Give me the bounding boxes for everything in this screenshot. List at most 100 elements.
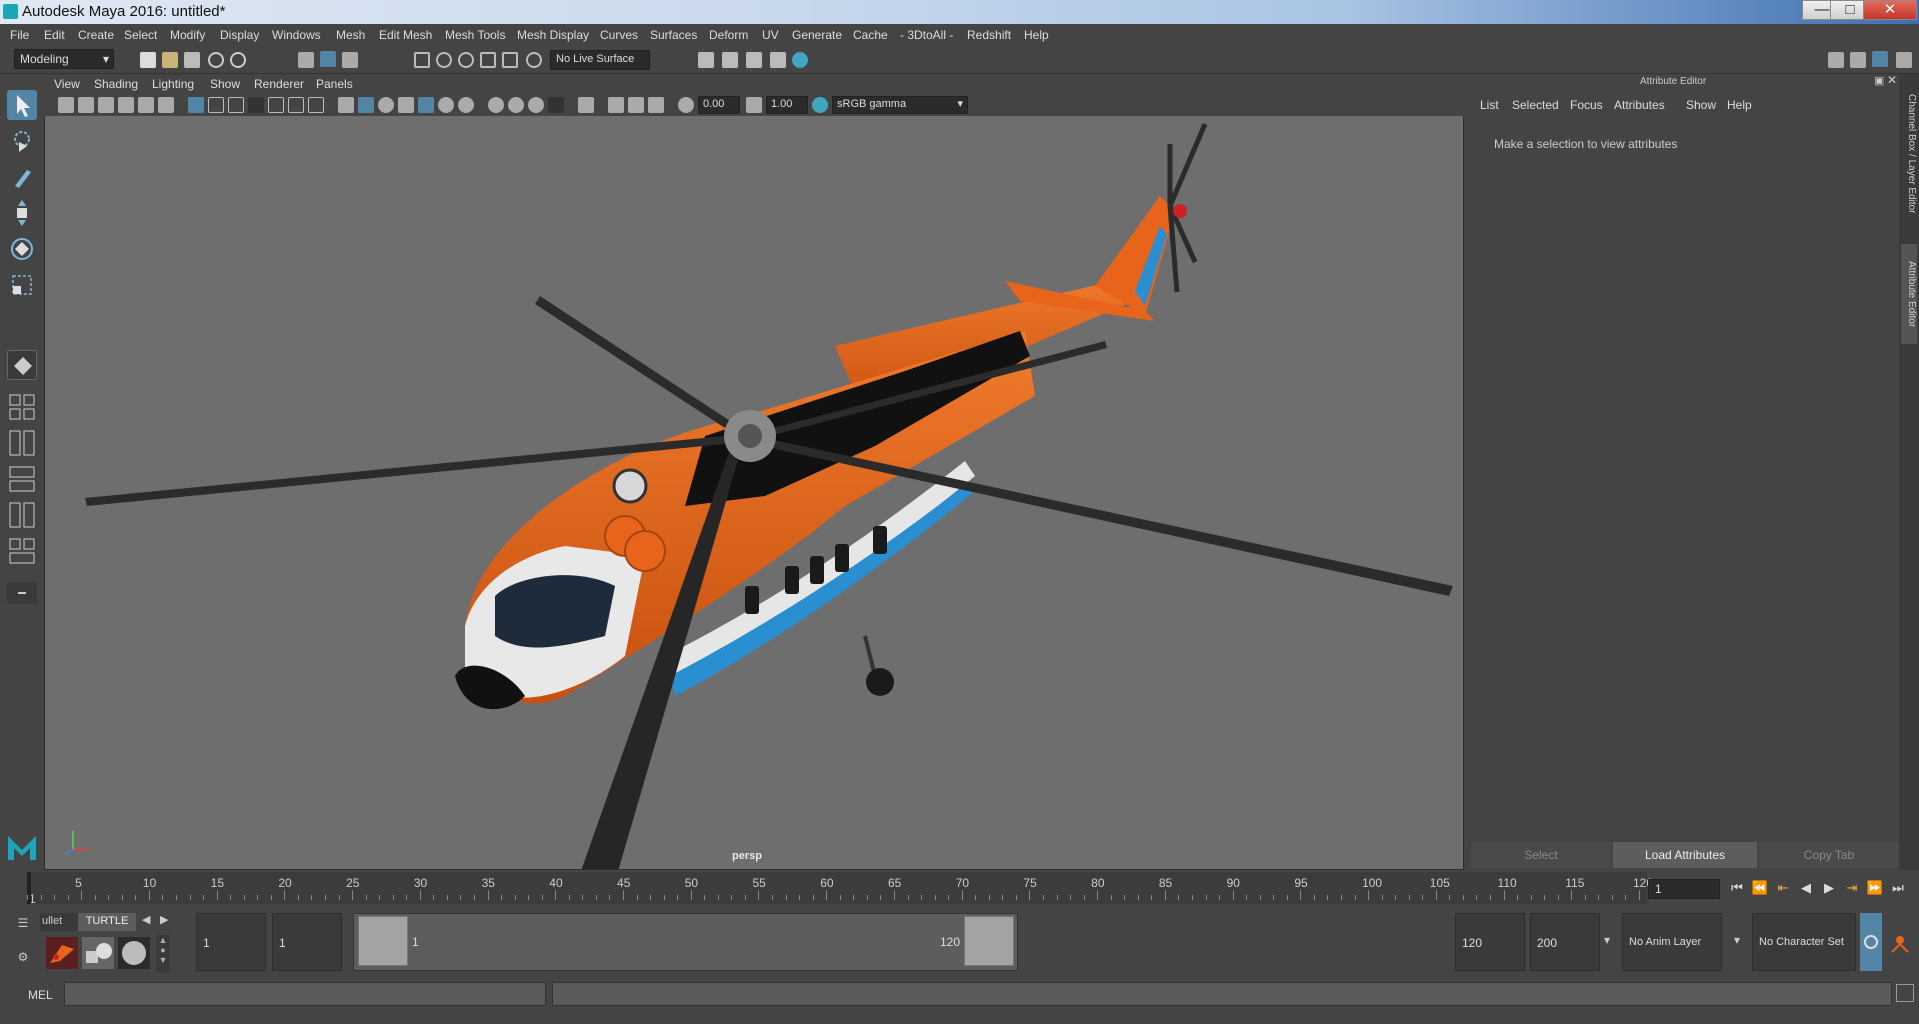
end-time-field[interactable]: 200 <box>1530 913 1600 971</box>
smooth-shade-icon[interactable] <box>358 97 374 113</box>
camera-select-icon[interactable] <box>58 97 74 113</box>
snap-point-icon[interactable] <box>458 52 474 68</box>
step-back-icon[interactable]: ⏪ <box>1750 880 1770 898</box>
isolate-select-icon[interactable] <box>578 97 594 113</box>
turtle-render-icon[interactable] <box>46 937 78 969</box>
copy-tab-button[interactable]: Copy Tab <box>1759 842 1899 868</box>
shelf-prev-icon[interactable]: ◀ <box>142 913 150 926</box>
mel-command-input[interactable] <box>64 982 546 1006</box>
shadows-icon[interactable] <box>458 97 474 113</box>
safe-action-icon[interactable] <box>288 97 304 113</box>
menu-generate[interactable]: Generate <box>792 28 842 42</box>
new-scene-icon[interactable] <box>140 52 156 68</box>
use-default-material-icon[interactable] <box>378 97 394 113</box>
menu-surfaces[interactable]: Surfaces <box>650 28 697 42</box>
viewport-menu-shading[interactable]: Shading <box>94 77 138 91</box>
image-plane-icon[interactable] <box>118 97 134 113</box>
viewport-menu-renderer[interactable]: Renderer <box>254 77 304 91</box>
menu-cache[interactable]: Cache <box>853 28 888 42</box>
viewport-menu-view[interactable]: View <box>54 77 80 91</box>
graph-layout-icon[interactable] <box>7 500 37 530</box>
hypershade-icon[interactable] <box>770 52 786 68</box>
playback-end-field[interactable]: 120 <box>1455 913 1525 971</box>
paint-select-icon[interactable] <box>7 162 37 192</box>
menu-uv[interactable]: UV <box>762 28 779 42</box>
outliner-layout-icon[interactable] <box>7 464 37 494</box>
render-icon[interactable] <box>698 52 714 68</box>
snap-grid-icon[interactable] <box>414 52 430 68</box>
menu-edit[interactable]: Edit <box>44 28 65 42</box>
shelf-settings-icon[interactable]: ⚙ <box>14 950 32 966</box>
screen-space-ao-icon[interactable] <box>488 97 504 113</box>
menu-modify[interactable]: Modify <box>170 28 205 42</box>
turtle-bake-icon[interactable] <box>82 937 114 969</box>
menu-mesh[interactable]: Mesh <box>336 28 365 42</box>
step-forward-key-icon[interactable]: ⇥ <box>1842 880 1862 898</box>
modeling-toolkit-icon[interactable] <box>1828 52 1844 68</box>
select-button[interactable]: Select <box>1471 842 1611 868</box>
rotate-tool-icon[interactable] <box>7 234 37 264</box>
chevron-down-icon[interactable]: ▾ <box>1734 933 1740 947</box>
select-by-component-icon[interactable] <box>342 52 358 68</box>
viewport-menu-show[interactable]: Show <box>210 77 240 91</box>
attr-menu-attributes[interactable]: Attributes <box>1614 98 1665 112</box>
start-time-field[interactable]: 1 <box>196 913 266 971</box>
tab-channel-box[interactable]: Channel Box / Layer Editor <box>1901 84 1917 224</box>
tab-attribute-editor[interactable]: Attribute Editor <box>1901 244 1917 344</box>
menu-deform[interactable]: Deform <box>709 28 748 42</box>
menu-mesh-tools[interactable]: Mesh Tools <box>445 28 505 42</box>
character-controls-icon[interactable] <box>1850 52 1866 68</box>
scale-tool-icon[interactable] <box>7 270 37 300</box>
menu-display[interactable]: Display <box>220 28 259 42</box>
viewport-menu-lighting[interactable]: Lighting <box>152 77 194 91</box>
gate-mask-icon[interactable] <box>248 97 264 113</box>
undo-icon[interactable] <box>208 52 224 68</box>
camera-lock-icon[interactable] <box>78 97 94 113</box>
menu-select[interactable]: Select <box>124 28 157 42</box>
attribute-editor-icon[interactable] <box>1896 52 1912 68</box>
color-space-dropdown[interactable]: sRGB gamma ▾ <box>832 96 968 114</box>
anim-layer-field[interactable]: No Anim Layer <box>1622 913 1722 971</box>
two-d-pan-icon[interactable] <box>138 97 154 113</box>
menu-3dtoall[interactable]: - 3DtoAll - <box>900 28 953 42</box>
film-gate-icon[interactable] <box>208 97 224 113</box>
menu-file[interactable]: File <box>10 28 29 42</box>
open-scene-icon[interactable] <box>162 52 178 68</box>
gamma-icon[interactable] <box>746 97 762 113</box>
depth-of-field-icon[interactable] <box>548 97 564 113</box>
motion-blur-icon[interactable] <box>508 97 524 113</box>
wireframe-icon[interactable] <box>338 97 354 113</box>
playback-start-field[interactable]: 1 <box>272 913 342 971</box>
xray-icon[interactable] <box>608 97 624 113</box>
character-set-field[interactable]: No Character Set <box>1752 913 1856 971</box>
load-attributes-button[interactable]: Load Attributes <box>1613 842 1757 868</box>
time-ruler[interactable]: 1 5 10 15 20 25 30 35 40 45 50 55 60 65 70 75 80 85 90 95 1… <box>27 872 1653 906</box>
grid-icon[interactable] <box>188 97 204 113</box>
shelf-scroll-icon[interactable]: ▲ ● ▼ <box>156 935 170 973</box>
wireframe-on-shaded-icon[interactable] <box>398 97 414 113</box>
attr-menu-show[interactable]: Show <box>1686 98 1716 112</box>
single-perspective-layout-icon[interactable] <box>7 350 37 380</box>
menu-mesh-display[interactable]: Mesh Display <box>517 28 589 42</box>
collapse-toolbox-icon[interactable] <box>7 582 37 604</box>
shelf-next-icon[interactable]: ▶ <box>160 913 168 926</box>
play-forwards-icon[interactable]: ▶ <box>1819 880 1839 898</box>
snap-surface-icon[interactable] <box>502 52 518 68</box>
chevron-down-icon[interactable]: ▾ <box>1604 933 1610 947</box>
menu-windows[interactable]: Windows <box>272 28 321 42</box>
close-panel-icon[interactable]: ✕ <box>1887 73 1897 87</box>
field-chart-icon[interactable] <box>268 97 284 113</box>
menu-redshift[interactable]: Redshift <box>967 28 1011 42</box>
use-all-lights-icon[interactable] <box>438 97 454 113</box>
ipr-render-icon[interactable] <box>722 52 738 68</box>
select-by-object-icon[interactable] <box>320 51 336 67</box>
grease-pencil-icon[interactable] <box>158 97 174 113</box>
lasso-tool-icon[interactable] <box>7 126 37 156</box>
menu-curves[interactable]: Curves <box>600 28 638 42</box>
step-back-key-icon[interactable]: ⇤ <box>1773 880 1793 898</box>
live-surface-field[interactable]: No Live Surface <box>550 50 650 70</box>
render-settings-icon[interactable] <box>746 52 762 68</box>
safe-title-icon[interactable] <box>308 97 324 113</box>
turtle-sphere-icon[interactable] <box>118 937 150 969</box>
perspective-viewport[interactable] <box>45 116 1463 869</box>
